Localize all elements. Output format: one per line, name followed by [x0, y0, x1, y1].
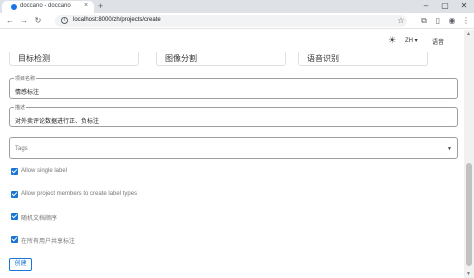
site-info-icon[interactable]: i	[61, 17, 68, 24]
reload-icon[interactable]: ↻	[32, 15, 44, 27]
theme-toggle-icon[interactable]: ☀	[388, 35, 396, 46]
allow-single-label-checkbox[interactable]	[11, 168, 18, 175]
description-label: 描述	[14, 104, 27, 111]
allow-single-label-text: Allow single label	[21, 168, 68, 174]
project-name-label: 项目名称	[14, 75, 37, 82]
project-type-label: 语音识别	[307, 54, 339, 63]
language-selector[interactable]: ZH ▾	[405, 37, 418, 44]
profile-icon[interactable]: ◉	[446, 15, 458, 27]
doccano-favicon-icon	[11, 4, 17, 10]
browser-menu-icon[interactable]: ⋮	[460, 15, 472, 27]
tags-placeholder: Tags	[15, 146, 28, 152]
project-type-label: 图像分割	[165, 54, 197, 63]
create-button[interactable]: 创建	[9, 258, 32, 271]
bookmark-star-icon[interactable]: ☆	[395, 15, 407, 27]
app-bar: ☀ ZH ▾ 语音	[0, 30, 464, 52]
forward-icon[interactable]: →	[18, 15, 30, 27]
allow-members-create-labels-text: Allow project members to create label ty…	[21, 191, 138, 197]
close-tab-icon[interactable]: ×	[84, 2, 88, 9]
project-type-card-object-detection[interactable]: 目标检测	[9, 52, 139, 66]
description-field[interactable]: 描述 对外卖评论数据进行正、负标注	[9, 104, 458, 127]
project-type-label: 目标检测	[18, 54, 50, 63]
minimize-icon[interactable]: –	[418, 0, 434, 13]
project-type-card-segmentation[interactable]: 图像分割	[156, 52, 286, 66]
create-project-form: 目标检测 图像分割 语音识别 项目名称 情感标注 描述 对外卖评论数据进行正、负…	[0, 52, 464, 278]
browser-tab[interactable]: doccano - doccano ×	[2, 1, 94, 13]
page-scrollbar[interactable]: ▲ ▼	[464, 30, 474, 278]
random-document-order-text: 随机文档顺序	[21, 216, 58, 222]
language-code: ZH	[405, 38, 413, 44]
share-annotations-checkbox[interactable]	[11, 236, 18, 243]
project-name-field[interactable]: 项目名称 情感标注	[9, 75, 458, 99]
scroll-up-icon[interactable]: ▲	[466, 31, 471, 37]
scrollbar-thumb[interactable]	[466, 163, 472, 266]
tab-title: doccano - doccano	[20, 3, 71, 9]
address-bar[interactable]: i localhost:8000/zh/projects/create	[55, 15, 407, 27]
project-type-card-speech-recognition[interactable]: 语音识别	[298, 52, 428, 66]
project-name-value[interactable]: 情感标注	[15, 87, 39, 96]
extensions-icon[interactable]: ⧉	[418, 15, 430, 27]
random-document-order-checkbox[interactable]	[11, 213, 18, 220]
close-window-icon[interactable]: ✕	[456, 0, 472, 13]
new-tab-icon[interactable]: +	[98, 1, 103, 11]
browser-toolbar: ← → ↻ i localhost:8000/zh/projects/creat…	[0, 13, 474, 29]
tags-dropdown-icon[interactable]: ▼	[447, 146, 452, 152]
allow-members-create-labels-checkbox[interactable]	[11, 191, 18, 198]
settings-menu[interactable]: 语音	[432, 37, 444, 46]
back-icon[interactable]: ←	[4, 15, 16, 27]
scroll-down-icon[interactable]: ▼	[466, 271, 471, 277]
tags-field[interactable]: Tags ▼	[9, 137, 458, 159]
maximize-icon[interactable]: ▢	[437, 0, 453, 13]
url-text[interactable]: localhost:8000/zh/projects/create	[73, 17, 161, 23]
browser-tabstrip: ▾ doccano - doccano × + – ▢ ✕	[0, 0, 474, 13]
description-value[interactable]: 对外卖评论数据进行正、负标注	[15, 116, 99, 125]
share-annotations-text: 在所有用户共享标注	[21, 239, 76, 245]
sidebar-icon[interactable]: ▯	[432, 15, 444, 27]
